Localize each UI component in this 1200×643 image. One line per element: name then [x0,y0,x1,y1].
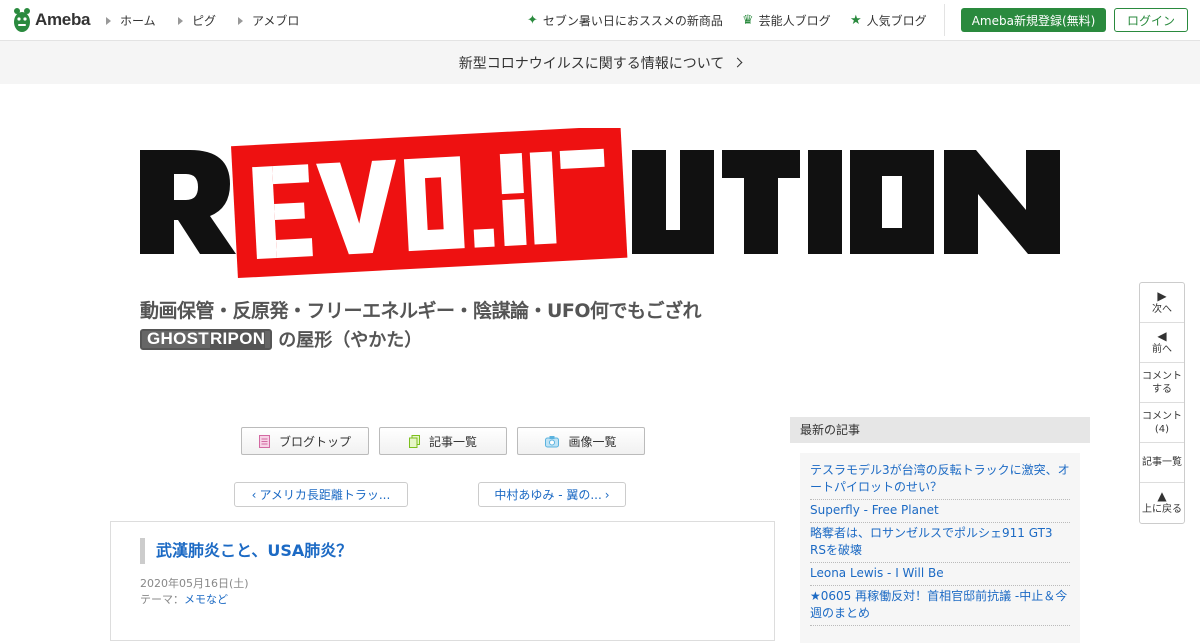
triangle-right-icon [238,16,243,25]
play-right-icon: ▶ [1157,288,1167,303]
chevron-left-icon: ‹ [251,487,257,502]
camera-icon [545,435,560,447]
global-header: Ameba ホーム ピグ アメブロ ✦ セブン暑い日におススメの新商品 ♛ 芸能… [0,0,1200,41]
article-theme: テーマ：メモなど [140,591,228,607]
chevron-right-icon: › [604,487,610,502]
recent-article-link[interactable]: Superfly - Free Planet [810,500,1070,523]
float-top-button[interactable]: ▲ 上に戻る [1140,483,1184,523]
login-button[interactable]: ログイン [1114,8,1188,32]
article-date: 2020年05月16日(土) [140,577,249,590]
float-list-label: 記事一覧 [1142,457,1182,468]
nav-ameblo-label: アメブロ [252,14,300,28]
nav-home[interactable]: ホーム [106,12,156,29]
image-list-button[interactable]: 画像一覧 [517,427,645,455]
register-button[interactable]: Ameba新規登録(無料) [961,8,1106,32]
image-list-label: 画像一覧 [568,434,617,449]
logo-text: Ameba [35,10,91,29]
recent-article-link[interactable]: Leona Lewis - I Will Be [810,563,1070,586]
next-article-link[interactable]: 中村あゆみ - 翼の... › [478,482,626,507]
nav-pigg[interactable]: ピグ [178,12,216,29]
nav-pigg-label: ピグ [192,14,217,28]
float-comment-line1: コメント [1142,370,1182,382]
document-icon [258,434,270,448]
sparkle-icon: ✦ [527,13,538,28]
crown-icon: ♛ [742,13,754,28]
next-article-label: 中村あゆみ - 翼の... [494,488,602,502]
blog-top-button[interactable]: ブログトップ [241,427,369,455]
triangle-right-icon [106,16,111,25]
nav-celebrity-blog[interactable]: ♛ 芸能人ブログ [742,12,831,29]
float-prev-label: 前へ [1152,343,1172,355]
ghost-ripon-badge: GHOST RIPON [140,328,273,350]
recent-article-link[interactable]: ★0605 再稼働反対！首相官邸前抗議 -中止＆今週のまとめ [810,586,1070,626]
theme-link[interactable]: メモなど [184,593,228,606]
nav-popular-blog[interactable]: ★ 人気ブログ [850,12,927,29]
float-top-label: 上に戻る [1142,504,1182,515]
star-icon: ★ [850,13,862,28]
article-title[interactable]: 武漢肺炎こと、USA肺炎？ [140,538,352,564]
nav-promo-link[interactable]: ✦ セブン暑い日におススメの新商品 [527,12,723,29]
triangle-up-icon: ▲ [1157,489,1167,503]
prev-article-link[interactable]: ‹ アメリカ長距離トラッ... [234,482,408,507]
copy-icon [408,434,420,448]
ghost-suffix-text: の屋形（やかた） [278,330,423,351]
article-list-button[interactable]: 記事一覧 [379,427,507,455]
ghost-ripon-line: GHOST RIPON の屋形（やかた） [140,326,422,352]
blog-top-label: ブログトップ [278,434,351,449]
float-next-button[interactable]: ▶ 次へ [1140,283,1184,323]
nav-celebrity-label: 芸能人ブログ [758,14,831,28]
nav-promo-label: セブン暑い日におススメの新商品 [542,14,723,28]
float-comment-button[interactable]: コメント する [1140,363,1184,403]
article-card: 武漢肺炎こと、USA肺炎？ 2020年05月16日(土) テーマ：メモなど [110,521,775,641]
chevron-right-icon [732,57,743,68]
float-comments-button[interactable]: コメント (4) [1140,403,1184,443]
recent-articles-heading: 最新の記事 [790,417,1090,443]
ameba-logo[interactable]: Ameba [12,7,90,33]
header-divider [944,4,945,36]
blog-header-image[interactable] [138,128,1064,358]
recent-articles-list: テスラモデル3が台湾の反転トラックに激突、オートパイロットのせい？ Superf… [810,460,1070,626]
theme-label: テーマ： [140,593,184,606]
article-list-label: 記事一覧 [428,434,477,449]
float-comment-line2: する [1152,383,1172,395]
play-left-icon: ◀ [1157,328,1167,343]
float-comments-line1: コメント [1142,410,1182,422]
nav-ameblo[interactable]: アメブロ [238,12,299,29]
float-list-button[interactable]: 記事一覧 [1140,443,1184,483]
float-comments-count: (4) [1154,423,1170,435]
notice-text: 新型コロナウイルスに関する情報について [458,55,725,72]
floating-nav: ▶ 次へ ◀ 前へ コメント する コメント (4) 記事一覧 ▲ 上に戻る [1139,282,1185,524]
nav-popular-label: 人気ブログ [866,14,927,28]
triangle-right-icon [178,16,183,25]
covid-notice-link[interactable]: 新型コロナウイルスに関する情報について [0,41,1200,84]
ameba-mascot-icon [14,8,30,32]
recent-article-link[interactable]: テスラモデル3が台湾の反転トラックに激突、オートパイロットのせい？ [810,460,1070,500]
float-prev-button[interactable]: ◀ 前へ [1140,323,1184,363]
recent-article-link[interactable]: 略奪者は、ロサンゼルスでポルシェ911 GT3 RSを破壊 [810,523,1070,563]
blog-tagline: 動画保管・反原発・フリーエネルギー・陰謀論・UFO何でもござれ [140,300,702,322]
float-next-label: 次へ [1152,303,1172,315]
nav-home-label: ホーム [120,14,156,28]
prev-article-label: アメリカ長距離トラッ... [259,488,391,502]
